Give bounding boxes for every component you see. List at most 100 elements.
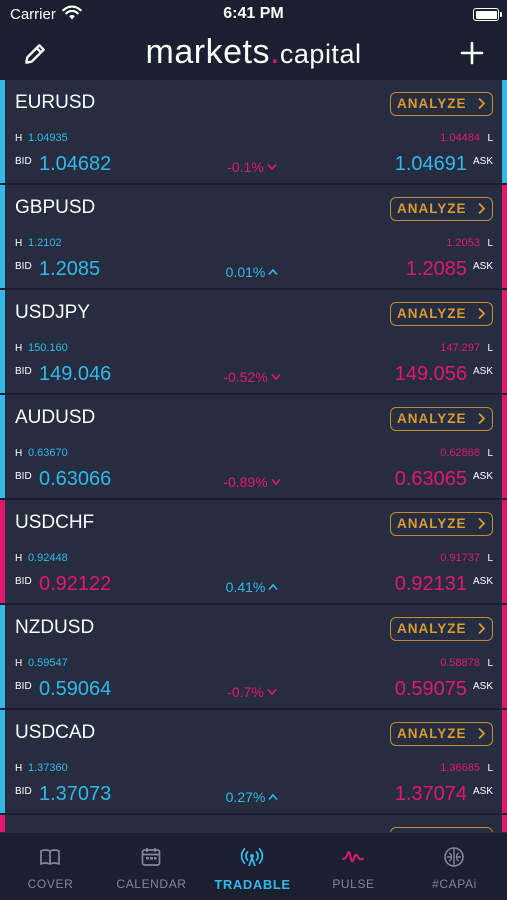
analyze-label: ANALYZE	[397, 726, 467, 741]
right-trend-bar	[502, 605, 507, 708]
pair-row[interactable]: USDCAD ANALYZE H 1.37360 1.36685 L BID 1…	[0, 710, 507, 815]
arrow-down-icon	[271, 478, 281, 486]
change-indicator: 0.41%	[222, 579, 282, 595]
pair-symbol: USDCAD	[15, 722, 96, 743]
tab-tradable[interactable]: TRADABLE	[202, 833, 303, 900]
bid-price: 0.92122	[39, 573, 112, 595]
analyze-label: ANALYZE	[397, 201, 467, 216]
arrow-up-icon	[268, 793, 278, 801]
status-bar: Carrier 6:41 PM	[0, 0, 507, 30]
high-label: H	[15, 343, 23, 354]
pair-row[interactable]: EURUSD ANALYZE H 1.04935 1.04484 L BID 1…	[0, 80, 507, 185]
left-trend-bar	[0, 605, 5, 708]
bid-label: BID	[15, 786, 32, 797]
logo-sub: capital	[279, 39, 362, 69]
analyze-button[interactable]: ANALYZE	[390, 92, 493, 116]
right-trend-bar	[502, 815, 507, 832]
analyze-button[interactable]: ANALYZE	[390, 302, 493, 326]
analyze-button[interactable]: ANALYZE	[390, 617, 493, 641]
chevron-right-icon	[478, 412, 486, 425]
bid-label: BID	[15, 261, 32, 272]
arrow-up-icon	[268, 583, 278, 591]
pair-symbol: AUDUSD	[15, 407, 96, 428]
ask-label: ASK	[472, 681, 493, 692]
pair-row[interactable]: NZDUSD ANALYZE H 0.59547 0.58878 L BID 0…	[0, 605, 507, 710]
right-trend-bar	[502, 80, 507, 183]
low-label: L	[487, 763, 493, 774]
high-value: 1.37360	[28, 762, 68, 774]
tab-label: PULSE	[332, 877, 375, 891]
tab-capai[interactable]: #CAPAi	[404, 833, 505, 900]
high-label: H	[15, 553, 23, 564]
pair-row[interactable]: GBPUSD ANALYZE H 1.2102 1.2053 L BID 1.2…	[0, 185, 507, 290]
tab-cover[interactable]: COVER	[0, 833, 101, 900]
low-value: 1.36685	[440, 762, 480, 774]
pulse-icon	[342, 851, 364, 863]
change-percent: 0.01%	[225, 264, 266, 280]
change-indicator: 0.27%	[222, 789, 282, 805]
change-percent: -0.1%	[227, 159, 264, 175]
tab-label: COVER	[27, 877, 74, 891]
high-value: 150.160	[28, 342, 68, 354]
high-value: 1.2102	[28, 237, 62, 249]
ask-label: ASK	[472, 366, 493, 377]
change-percent: -0.52%	[223, 369, 268, 385]
ask-price: 1.37074	[394, 783, 467, 805]
broadcast-icon	[240, 848, 264, 867]
pair-row[interactable]: USDCHF ANALYZE H 0.92448 0.91737 L BID 0…	[0, 500, 507, 605]
low-label: L	[487, 553, 493, 564]
high-value: 0.59547	[28, 657, 68, 669]
pair-row[interactable]: USDJPY ANALYZE H 150.160 147.297 L BID 1…	[0, 290, 507, 395]
arrow-down-icon	[267, 688, 277, 696]
analyze-label: ANALYZE	[397, 306, 467, 321]
low-label: L	[487, 448, 493, 459]
analyze-button[interactable]: ANALYZE	[390, 407, 493, 431]
tab-label: TRADABLE	[214, 877, 291, 892]
analyze-label: ANALYZE	[397, 411, 467, 426]
tab-label: CALENDAR	[116, 877, 187, 891]
pair-symbol: USDJPY	[15, 302, 90, 323]
change-percent: -0.7%	[227, 684, 264, 700]
bid-price: 0.59064	[39, 678, 112, 700]
low-value: 0.91737	[440, 552, 480, 564]
ask-price: 149.056	[394, 363, 467, 385]
plus-icon[interactable]	[457, 38, 487, 68]
high-value: 0.63670	[28, 447, 68, 459]
low-label: L	[487, 133, 493, 144]
right-trend-bar	[502, 710, 507, 813]
pair-row[interactable]: AUDUSD ANALYZE H 0.63670 0.62868 L BID 0…	[0, 395, 507, 500]
bid-label: BID	[15, 576, 32, 587]
high-label: H	[15, 763, 23, 774]
pair-symbol: GBPUSD	[15, 197, 96, 218]
book-icon	[40, 849, 60, 865]
change-percent: 0.41%	[225, 579, 266, 595]
bid-price: 0.63066	[39, 468, 112, 490]
low-value: 1.2053	[446, 237, 480, 249]
ask-label: ASK	[472, 261, 493, 272]
high-label: H	[15, 238, 23, 249]
bid-price: 1.04682	[39, 153, 112, 175]
logo-dot: .	[269, 33, 280, 71]
left-trend-bar	[0, 290, 5, 393]
pair-row[interactable]: ANALYZE H L BID ASK	[0, 815, 507, 832]
analyze-label: ANALYZE	[397, 621, 467, 636]
change-indicator: -0.89%	[222, 474, 282, 490]
analyze-button[interactable]: ANALYZE	[390, 722, 493, 746]
brain-icon	[444, 847, 464, 867]
tab-calendar[interactable]: CALENDAR	[101, 833, 202, 900]
ask-label: ASK	[472, 156, 493, 167]
right-trend-bar	[502, 290, 507, 393]
pairs-list[interactable]: EURUSD ANALYZE H 1.04935 1.04484 L BID 1…	[0, 80, 507, 832]
analyze-button[interactable]: ANALYZE	[390, 197, 493, 221]
right-trend-bar	[502, 185, 507, 288]
ask-label: ASK	[472, 576, 493, 587]
tab-pulse[interactable]: PULSE	[303, 833, 404, 900]
left-trend-bar	[0, 80, 5, 183]
bid-price: 1.37073	[39, 783, 112, 805]
analyze-button[interactable]: ANALYZE	[390, 512, 493, 536]
low-label: L	[487, 238, 493, 249]
ask-label: ASK	[472, 786, 493, 797]
left-trend-bar	[0, 395, 5, 498]
bid-price: 1.2085	[39, 258, 101, 280]
chevron-right-icon	[478, 202, 486, 215]
